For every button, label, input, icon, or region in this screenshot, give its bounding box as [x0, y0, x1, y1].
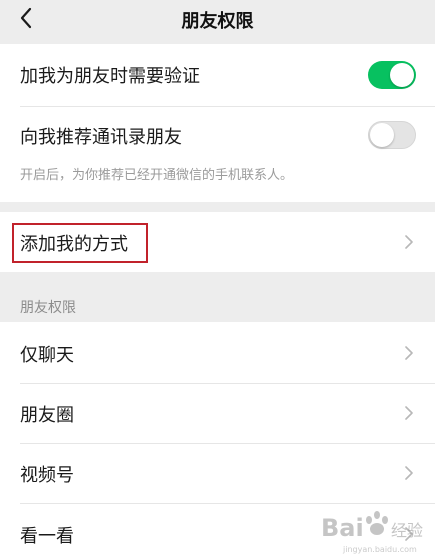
chevron-right-icon	[405, 406, 413, 420]
require-verification-toggle[interactable]	[368, 61, 416, 89]
permission-item-label: 看一看	[20, 526, 74, 547]
toggle-knob	[390, 63, 414, 87]
add-me-row[interactable]: 添加我的方式	[0, 212, 435, 272]
toggle-knob	[370, 123, 394, 147]
recommend-contacts-hint: 开启后，为你推荐已经开通微信的手机联系人。	[20, 168, 294, 183]
require-verification-row: 加我为朋友时需要验证	[0, 44, 435, 106]
chevron-right-icon	[405, 527, 413, 541]
permission-item-label: 仅聊天	[20, 345, 74, 366]
permission-item-top-stories[interactable]: 看一看	[0, 504, 435, 560]
chevron-right-icon	[405, 346, 413, 360]
permission-item-channels[interactable]: 视频号	[0, 444, 435, 503]
recommend-contacts-label: 向我推荐通讯录朋友	[20, 127, 182, 148]
verification-group: 加我为朋友时需要验证 向我推荐通讯录朋友 开启后，为你推荐已经开通微信的手机联系…	[0, 44, 435, 202]
add-me-label: 添加我的方式	[20, 234, 128, 255]
page-title: 朋友权限	[181, 11, 254, 32]
chevron-right-icon	[405, 466, 413, 480]
recommend-contacts-row: 向我推荐通讯录朋友 开启后，为你推荐已经开通微信的手机联系人。	[0, 107, 435, 202]
require-verification-label: 加我为朋友时需要验证	[20, 66, 200, 87]
permission-item-moments[interactable]: 朋友圈	[0, 384, 435, 443]
nav-bar: 朋友权限	[0, 0, 435, 40]
permission-item-label: 朋友圈	[20, 405, 74, 426]
chevron-right-icon	[405, 235, 413, 249]
permissions-group: 仅聊天 朋友圈 视频号 看一看	[0, 322, 435, 560]
permission-item-chat-only[interactable]: 仅聊天	[0, 322, 435, 383]
section-header: 朋友权限	[20, 300, 76, 316]
add-me-group: 添加我的方式	[0, 212, 435, 272]
permission-item-label: 视频号	[20, 465, 74, 486]
recommend-contacts-toggle[interactable]	[368, 121, 416, 149]
